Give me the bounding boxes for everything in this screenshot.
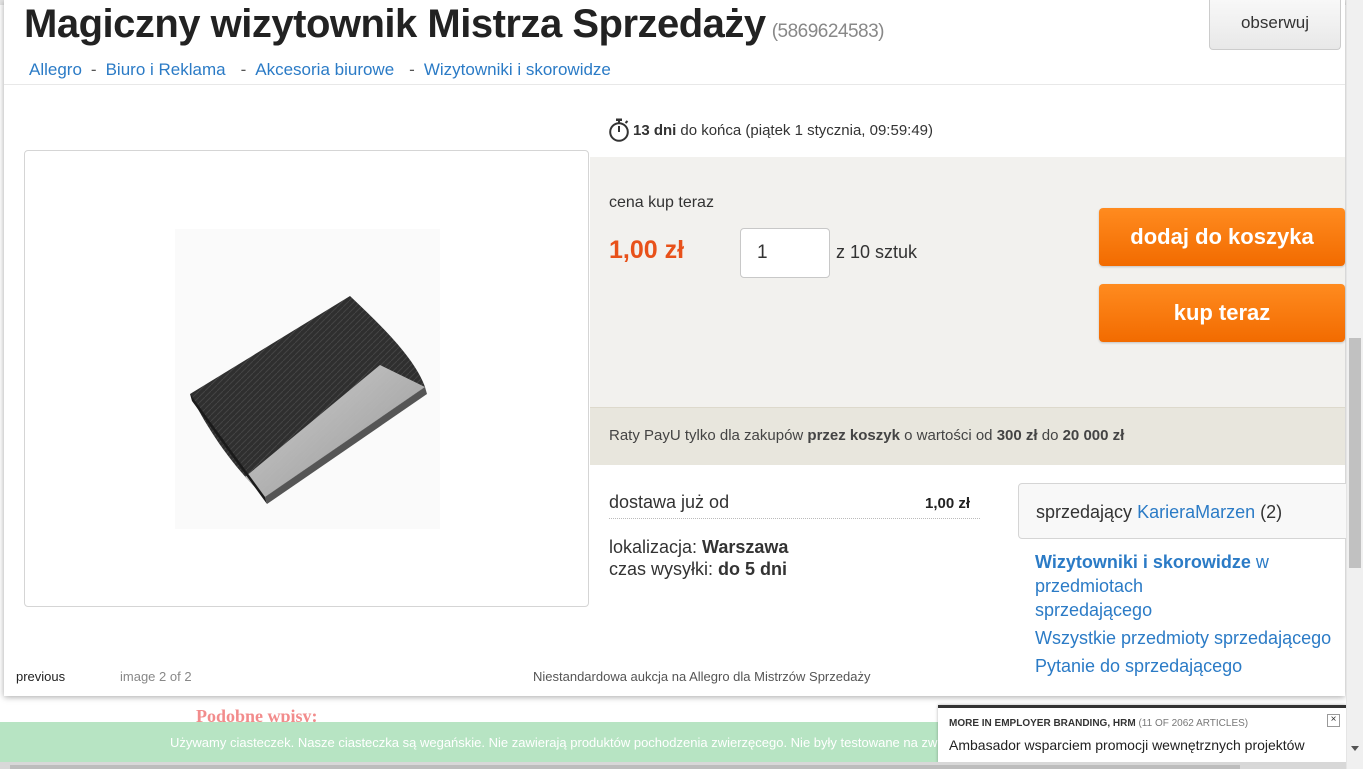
- days-remaining: 13 dni: [633, 121, 677, 139]
- seller-rating: (2): [1255, 502, 1283, 522]
- scrollbar-thumb[interactable]: [1349, 338, 1361, 568]
- breadcrumb-biuro-i-reklama[interactable]: Biuro i Reklama: [106, 60, 226, 79]
- horizontal-scrollbar-thumb[interactable]: [10, 765, 1240, 769]
- seller-name-link[interactable]: KarieraMarzen: [1137, 502, 1255, 522]
- shipping-time-value: do 5 dni: [718, 559, 788, 579]
- add-to-cart-button[interactable]: dodaj do koszyka: [1099, 208, 1345, 266]
- vertical-scrollbar[interactable]: [1346, 0, 1363, 769]
- quantity-available: z 10 sztuk: [836, 242, 918, 262]
- delivery-label: dostawa już od: [609, 492, 730, 512]
- breadcrumb-separator: -: [409, 60, 415, 79]
- payu-text: Raty PayU tylko dla zakupów przez koszyk…: [609, 427, 1125, 444]
- article-title-link[interactable]: Ambasador wsparciem promocji wewnętrznyc…: [949, 737, 1305, 753]
- article-category: MORE IN EMPLOYER BRANDING, HRM (11 OF 20…: [949, 718, 1249, 729]
- breadcrumb-separator: -: [90, 60, 97, 79]
- title-text: Magiczny wizytownik Mistrza Sprzedaży: [24, 2, 766, 46]
- ask-seller-link[interactable]: Pytanie do sprzedającego: [1035, 654, 1363, 678]
- delivery-price[interactable]: 1,00 zł: [925, 495, 970, 512]
- price-label: cena kup teraz: [609, 194, 714, 211]
- gallery-counter: image 2 of 2: [120, 669, 192, 684]
- auction-note: Niestandardowa aukcja na Allegro dla Mis…: [533, 669, 871, 684]
- shipping-time-label: czas wysyłki:: [609, 559, 719, 579]
- seller-links: Wizytowniki i skorowidze w przedmiotach …: [1035, 550, 1363, 678]
- buy-now-button[interactable]: kup teraz: [1099, 284, 1345, 342]
- breadcrumb-akcesoria-biurowe[interactable]: Akcesoria biurowe: [255, 60, 394, 79]
- time-remaining: 13 dni do końca (piątek 1 stycznia, 09:59…: [608, 118, 933, 142]
- seller-category-link[interactable]: Wizytowniki i skorowidze w przedmiotach: [1035, 550, 1363, 598]
- breadcrumb-wizytowniki[interactable]: Wizytowniki i skorowidze: [424, 60, 611, 79]
- stopwatch-icon: [609, 118, 629, 142]
- business-card-holder-image: [175, 229, 440, 529]
- all-seller-items-link[interactable]: Wszystkie przedmioty sprzedającego: [1035, 626, 1363, 650]
- cookie-text: Używamy ciasteczek. Nasze ciasteczka są …: [170, 735, 994, 750]
- seller-category-link-line2[interactable]: sprzedającego: [1035, 598, 1363, 622]
- location-value: Warszawa: [702, 537, 789, 557]
- close-icon[interactable]: ×: [1327, 714, 1340, 727]
- breadcrumb: Allegro - Biuro i Reklama - Akcesoria biurow…: [29, 60, 611, 80]
- breadcrumb-separator: -: [240, 60, 247, 79]
- seller-info: sprzedający KarieraMarzen (2): [1036, 502, 1283, 522]
- breadcrumb-allegro[interactable]: Allegro: [29, 60, 82, 79]
- page-title: Magiczny wizytownik Mistrza Sprzedaży (58…: [24, 2, 885, 47]
- delivery-divider: [609, 518, 980, 519]
- quantity-input[interactable]: 1: [740, 228, 830, 278]
- location-label: lokalizacja:: [609, 537, 703, 557]
- scroll-down-arrow-icon[interactable]: [1351, 746, 1359, 751]
- price-value: 1,00 zł: [609, 236, 685, 264]
- item-id: (5869624583): [771, 21, 885, 42]
- payu-installments-info: Raty PayU tylko dla zakupów przez koszyk…: [590, 407, 1345, 465]
- related-article-popup[interactable]: MORE IN EMPLOYER BRANDING, HRM (11 OF 20…: [938, 705, 1346, 763]
- location-info: lokalizacja: Warszawa czas wysyłki: do 5…: [609, 536, 788, 580]
- end-date-text: do końca (piątek 1 stycznia, 09:59:49): [680, 121, 934, 139]
- product-image-frame[interactable]: [24, 150, 589, 607]
- seller-box: sprzedający KarieraMarzen (2): [1018, 483, 1358, 539]
- follow-button[interactable]: obserwuj: [1209, 0, 1341, 50]
- gallery-previous-link[interactable]: previous: [16, 669, 65, 684]
- header-divider: [4, 84, 1345, 85]
